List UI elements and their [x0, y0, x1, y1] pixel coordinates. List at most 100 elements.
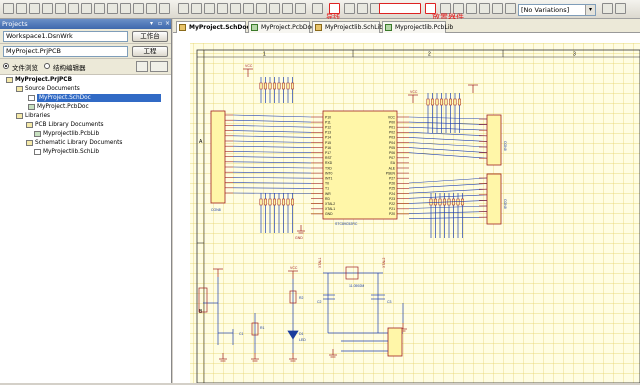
- chevron-down-icon[interactable]: ▾: [585, 5, 595, 15]
- folder-icon: [16, 112, 23, 119]
- mcu-pin-label: P23: [389, 197, 395, 201]
- new-icon[interactable]: [3, 3, 14, 14]
- cap-c1-label: C1: [239, 332, 244, 336]
- zone-label-1: 1: [263, 52, 266, 58]
- mcu-pin-label: P24: [389, 192, 395, 196]
- mcu-pin-label: RST: [325, 156, 332, 160]
- mcu-pin-label: P06: [389, 151, 395, 155]
- sch-lib-icon: [34, 148, 41, 155]
- open-icon[interactable]: [16, 3, 27, 14]
- workspace-button[interactable]: 工作台: [132, 31, 168, 42]
- power-port-group-icon[interactable]: [379, 3, 421, 14]
- save-icon[interactable]: [29, 3, 40, 14]
- cut-icon[interactable]: [133, 3, 144, 14]
- xtal2-net-label: XTAL2: [382, 258, 386, 268]
- view-mode-row: 文件浏览 结构编辑器: [0, 59, 171, 75]
- move-icon[interactable]: [204, 3, 215, 14]
- mcu-pin-label: P03: [389, 136, 395, 140]
- mcu-pin-label: RXD: [325, 161, 333, 165]
- tree-item-pcb-library-documents[interactable]: PCB Library Documents: [26, 121, 104, 129]
- tree-item-schematic-library-documents[interactable]: Schematic Library Documents: [26, 139, 122, 147]
- mcu-pin-label: P02: [389, 131, 395, 135]
- select-area-icon[interactable]: [191, 3, 202, 14]
- mcu-pin-label: P01: [389, 126, 395, 130]
- tab-pcbdoc[interactable]: MyProject.PcbDoc: [248, 21, 314, 33]
- radio-structure-view[interactable]: [44, 63, 50, 69]
- tree-item-schdoc[interactable]: MyProject.SchDoc: [28, 94, 161, 102]
- hierarchy-icon[interactable]: [269, 3, 280, 14]
- mcu-pin-label: T1: [325, 187, 329, 191]
- compile-icon[interactable]: [312, 3, 323, 14]
- paste-icon[interactable]: [159, 3, 170, 14]
- close-icon[interactable]: ×: [165, 19, 170, 29]
- project-settings-icon[interactable]: [136, 61, 148, 72]
- mcu-pin-label: P25: [389, 187, 395, 191]
- tab-schlib[interactable]: MyProjectlib.SchLib: [312, 21, 383, 33]
- copy-icon[interactable]: [146, 3, 157, 14]
- mcu-component[interactable]: P10P11 P12P13P14P15P16P17RSTRXDTXDINT0 INT…: [311, 110, 409, 226]
- folder-options-icon[interactable]: [150, 61, 168, 72]
- mcu-pin-label: P04: [389, 141, 395, 145]
- bus-entry-icon[interactable]: [357, 3, 368, 14]
- workspace-row: Workspace1.DsnWrk 工作台: [0, 29, 171, 44]
- variant-manager-icon[interactable]: [602, 3, 613, 14]
- arrow-icon[interactable]: [282, 3, 293, 14]
- schematic-canvas[interactable]: 1 2 3 A B P10 P11 P12 P13 P14 P15 P16 P17 RST RXD…: [173, 33, 640, 384]
- mcu-pin-label: GND: [325, 212, 333, 216]
- res-r1-label: R1: [260, 326, 265, 330]
- mcu-pin-label: P12: [325, 126, 331, 130]
- mcu-pin-label: P07: [389, 156, 395, 160]
- project-button[interactable]: 工程: [132, 46, 168, 57]
- tree-item-source-documents[interactable]: Source Documents: [16, 85, 80, 93]
- zone-label-2: 2: [428, 52, 431, 58]
- zoom-fit-icon[interactable]: [68, 3, 79, 14]
- pin-icon[interactable]: ▫: [158, 19, 162, 29]
- browse-icon[interactable]: [295, 3, 306, 14]
- no-erc-icon[interactable]: [479, 3, 490, 14]
- mcu-pin-label: ALE: [389, 166, 396, 170]
- rubber-stamp-icon[interactable]: [178, 3, 189, 14]
- vcc-label: VCC: [290, 266, 298, 270]
- sch-lib-icon: [315, 24, 322, 31]
- structure-view-label: 结构编辑器: [53, 64, 86, 72]
- help-icon[interactable]: [615, 3, 626, 14]
- deselect-icon[interactable]: [217, 3, 228, 14]
- mcu-pin-label: TXD: [325, 166, 332, 170]
- tab-pcblib[interactable]: Myprojectlib.PcbLib: [382, 21, 453, 33]
- port-icon[interactable]: [466, 3, 477, 14]
- zoom-icon[interactable]: [55, 3, 66, 14]
- mcu-pin-label: P20: [389, 212, 395, 216]
- mcu-pin-label: INT0: [325, 171, 332, 175]
- cross-probe-icon[interactable]: [120, 3, 131, 14]
- cap-c3-label: C3: [387, 300, 392, 304]
- pcb-doc-icon: [251, 24, 258, 31]
- mcu-pin-label: P05: [389, 146, 395, 150]
- tab-schdoc[interactable]: MyProject.SchDoc: [176, 21, 250, 33]
- dropdown-icon[interactable]: ▾: [150, 19, 153, 29]
- no-erc-cross-icon[interactable]: [505, 3, 516, 14]
- directive-icon[interactable]: [492, 3, 503, 14]
- left-connector[interactable]: CON8: [210, 110, 226, 212]
- place-bus-icon[interactable]: [344, 3, 355, 14]
- clear-filter-icon[interactable]: [230, 3, 241, 14]
- redo-icon[interactable]: [256, 3, 267, 14]
- vcc-label: VCC: [410, 90, 418, 94]
- tree-item-project[interactable]: MyProject.PrjPCB: [6, 76, 72, 84]
- zoom-in-icon[interactable]: [94, 3, 105, 14]
- zoom-area-icon[interactable]: [81, 3, 92, 14]
- radio-file-view[interactable]: [3, 63, 9, 69]
- tree-item-schlib[interactable]: MyProjectlib.SchLib: [34, 148, 99, 156]
- undo-icon[interactable]: [243, 3, 254, 14]
- crystal-label: 11.0592M: [349, 284, 364, 288]
- variations-select[interactable]: [No Variations] ▾: [518, 4, 596, 16]
- mcu-pin-label: WR: [325, 192, 331, 196]
- tree-item-libraries[interactable]: Libraries: [16, 112, 50, 120]
- print-icon[interactable]: [42, 3, 53, 14]
- project-field[interactable]: MyProject.PrjPCB: [3, 46, 128, 57]
- tree-item-pcblib[interactable]: Myprojectlib.PcbLib: [34, 130, 99, 138]
- folder-icon: [16, 85, 23, 92]
- workspace-field[interactable]: Workspace1.DsnWrk: [3, 31, 128, 42]
- mcu-pin-label: INT1: [325, 177, 332, 181]
- tree-item-pcbdoc[interactable]: MyProject.PcbDoc: [28, 103, 89, 111]
- zoom-out-icon[interactable]: [107, 3, 118, 14]
